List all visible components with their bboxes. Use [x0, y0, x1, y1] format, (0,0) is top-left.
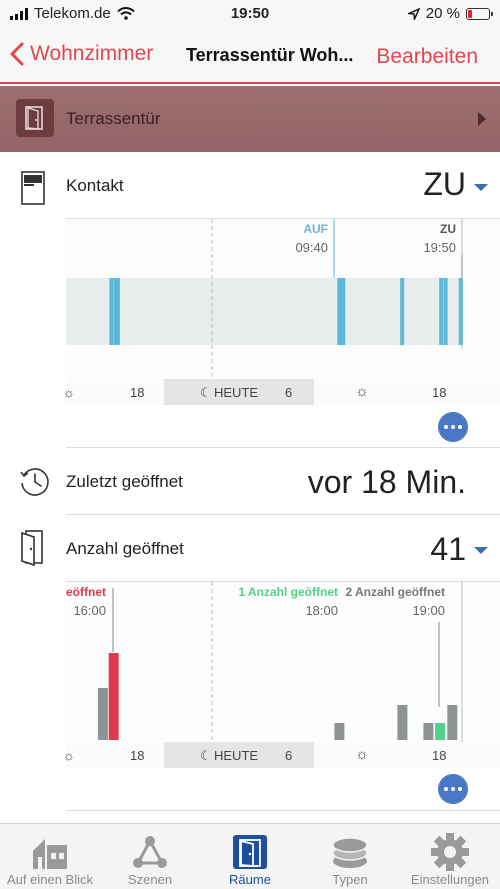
anzahl-row[interactable]: Anzahl geöffnet 41 — [0, 515, 500, 581]
zuletzt-label: Zuletzt geöffnet — [66, 472, 183, 491]
count-bar — [423, 723, 434, 740]
dropdown-caret-icon[interactable] — [474, 184, 488, 191]
tab-typen[interactable]: Typen — [300, 824, 400, 889]
edit-button[interactable]: Bearbeiten — [376, 45, 478, 69]
marker-auf-label: AUF — [303, 222, 328, 236]
axis-tick: 6 — [285, 748, 293, 763]
anzahl-value: 41 — [430, 531, 466, 567]
marker-auf-time: 09:40 — [295, 240, 328, 255]
status-bar: Telekom.de 19:50 20 % — [0, 0, 500, 30]
open-event-mark — [400, 278, 405, 345]
count-bar — [97, 688, 108, 740]
marker-time: 16:00 — [73, 603, 106, 618]
zuletzt-row: Zuletzt geöffnet vor 18 Min. — [0, 448, 500, 514]
anzahl-bar-chart[interactable]: geöffnet 16:00 1 Anzahl geöffnet 18:00 2… — [59, 582, 500, 742]
open-event-mark — [109, 278, 114, 345]
kontakt-value: ZU — [423, 166, 466, 202]
dropdown-caret-icon[interactable] — [474, 547, 488, 554]
zuletzt-value: vor 18 Min. — [307, 464, 466, 500]
anzahl-label: Anzahl geöffnet — [66, 539, 184, 558]
open-event-mark — [115, 278, 120, 345]
open-event-mark — [439, 278, 444, 345]
tab-szenen[interactable]: Szenen — [100, 824, 200, 889]
axis-heute: HEUTE — [214, 385, 259, 400]
tab-label: Typen — [332, 872, 368, 887]
back-button[interactable]: Wohnzimmer — [10, 42, 153, 66]
chevron-right-icon — [478, 112, 486, 126]
door-icon — [16, 99, 54, 137]
axis-tick: 18 — [130, 748, 145, 763]
back-label: Wohnzimmer — [30, 42, 154, 65]
history-clock-icon — [20, 468, 49, 496]
tab-label: Einstellungen — [410, 872, 490, 887]
contact-sensor-icon — [21, 171, 45, 205]
tab-bar: Auf einen Blick Szenen Räume Typen Einst… — [0, 823, 500, 889]
tab-einstellungen[interactable]: Einstellungen — [400, 824, 500, 889]
house-icon — [30, 832, 70, 872]
device-name: Terrassentür — [66, 109, 161, 128]
more-button[interactable] — [438, 774, 468, 804]
layers-icon — [330, 832, 370, 872]
page-title: Terrassentür Woh... — [186, 45, 354, 65]
count-bar — [397, 705, 408, 740]
sun-icon: ☼ — [355, 383, 369, 400]
tab-label: Szenen — [127, 872, 173, 887]
sun-icon: ☼ — [355, 746, 369, 763]
count-bar — [334, 723, 345, 740]
axis-tick: 18 — [130, 385, 145, 400]
moon-icon: ☾ — [200, 385, 212, 400]
location-icon — [407, 7, 420, 20]
chevron-left-icon — [10, 42, 24, 66]
marker-label: geöffnet — [66, 585, 106, 599]
open-event-mark — [337, 278, 346, 345]
count-bar — [435, 723, 446, 740]
door-open-icon — [21, 530, 43, 567]
more-button[interactable] — [438, 412, 468, 442]
battery-percent: 20 % — [425, 5, 460, 22]
marker-zu-label: ZU — [440, 222, 456, 236]
gear-icon — [430, 832, 470, 872]
axis-tick: 18 — [432, 748, 447, 763]
kontakt-timeline-chart[interactable]: AUF 09:40 ZU 19:50 — [66, 219, 500, 379]
battery-icon — [466, 7, 493, 20]
count-bar — [108, 653, 119, 740]
axis-tick: 6 — [285, 385, 293, 400]
device-banner[interactable]: Terrassentür — [0, 86, 500, 152]
kontakt-row[interactable]: Kontakt ZU — [0, 152, 500, 218]
axis-heute: HEUTE — [214, 748, 259, 763]
marker-label: 2 Anzahl geöffnet — [345, 585, 445, 599]
sun-icon: ☼ — [63, 385, 75, 400]
open-event-mark — [458, 278, 463, 345]
tab-raeume[interactable]: Räume — [200, 824, 300, 889]
count-bar — [447, 705, 458, 740]
axis-tick: 18 — [432, 385, 447, 400]
tab-auf-einen-blick[interactable]: Auf einen Blick — [0, 824, 100, 889]
moon-icon: ☾ — [200, 748, 212, 763]
anzahl-time-axis[interactable]: ☼ 18 ☾ HEUTE 6 ☼ 18 — [63, 742, 500, 768]
tab-label: Räume — [229, 872, 271, 887]
marker-zu-time: 19:50 — [423, 240, 456, 255]
marker-time: 18:00 — [305, 603, 338, 618]
divider — [66, 810, 500, 811]
scenes-icon — [130, 832, 170, 872]
open-event-mark — [443, 278, 448, 345]
kontakt-time-axis[interactable]: ☼ 18 ☾ HEUTE 6 ☼ 18 — [63, 379, 500, 405]
kontakt-label: Kontakt — [66, 176, 124, 195]
sun-icon: ☼ — [63, 748, 75, 763]
marker-time: 19:00 — [412, 603, 445, 618]
marker-label: 1 Anzahl geöffnet — [238, 585, 338, 599]
navigation-bar: Wohnzimmer Terrassentür Woh... Bearbeite… — [0, 30, 500, 84]
tab-label: Auf einen Blick — [7, 872, 93, 887]
door-icon — [230, 832, 270, 872]
